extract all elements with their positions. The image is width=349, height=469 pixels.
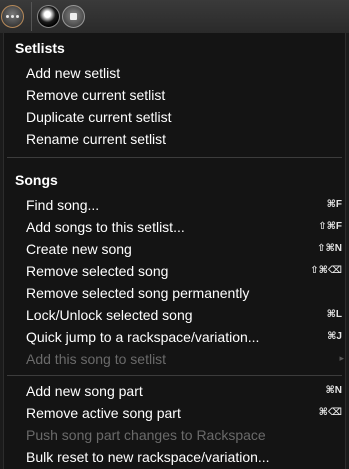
menu-item-label: Duplicate current setlist: [26, 109, 172, 125]
menu-separator: [7, 157, 342, 158]
menu-item-label: Remove selected song: [26, 263, 169, 279]
menu-item-label: Create new song: [26, 241, 132, 257]
menu-item-label: Add songs to this setlist...: [26, 219, 185, 235]
shortcut-label: ⌘L: [326, 309, 342, 320]
menu-item-label: Add new setlist: [26, 65, 121, 81]
shortcut-label: ⇧⌘F: [318, 221, 342, 232]
menu-item-remove-active-song-part[interactable]: Remove active song part ⌘⌫: [4, 402, 345, 424]
menu-item-bulk-reset[interactable]: Bulk reset to new rackspace/variation...: [4, 446, 345, 468]
menu-item-add-new-song-part[interactable]: Add new song part ⌘N: [4, 380, 345, 402]
stop-icon: [70, 13, 77, 20]
menu-item-quick-jump[interactable]: Quick jump to a rackspace/variation... ⌘…: [4, 326, 345, 348]
shortcut-label: ⌘N: [325, 385, 343, 396]
menu-item-label: Push song part changes to Rackspace: [26, 427, 266, 443]
menu-item-label: Remove selected song permanently: [26, 285, 250, 301]
menu-item-add-songs-to-setlist[interactable]: Add songs to this setlist... ⇧⌘F: [4, 216, 345, 238]
menu-item-label: Add new song part: [26, 383, 143, 399]
menu-item-push-song-part-changes: Push song part changes to Rackspace: [4, 424, 345, 446]
menu-item-remove-song-permanently[interactable]: Remove selected song permanently: [4, 282, 345, 304]
menu-item-label: Remove active song part: [26, 405, 181, 421]
toolbar-divider: [31, 2, 32, 31]
shortcut-label: ⇧⌘N: [317, 243, 342, 254]
toolbar: [0, 0, 349, 33]
shortcut-label: ⌘F: [326, 199, 342, 210]
menu-item-label: Remove current setlist: [26, 87, 166, 103]
menu-item-label: Rename current setlist: [26, 131, 167, 147]
more-menu-button[interactable]: [1, 5, 24, 28]
section-header-setlists: Setlists: [15, 40, 65, 56]
menu-item-remove-current-setlist[interactable]: Remove current setlist: [4, 84, 345, 106]
submenu-arrow-icon: ▸: [339, 353, 344, 363]
menu-item-find-song[interactable]: Find song... ⌘F: [4, 194, 345, 216]
shortcut-label: ⌘⌫: [318, 407, 342, 418]
stop-button[interactable]: [62, 5, 85, 28]
menu-item-lock-unlock-song[interactable]: Lock/Unlock selected song ⌘L: [4, 304, 345, 326]
menu-item-label: Bulk reset to new rackspace/variation...: [26, 449, 270, 465]
menu-item-label: Find song...: [26, 197, 100, 213]
menu-item-label: Quick jump to a rackspace/variation...: [26, 329, 260, 345]
record-ball-button[interactable]: [37, 5, 60, 28]
shortcut-label: ⇧⌘⌫: [310, 265, 342, 276]
menu-item-label: Lock/Unlock selected song: [26, 307, 193, 323]
menu-item-remove-selected-song[interactable]: Remove selected song ⇧⌘⌫: [4, 260, 345, 282]
menu-separator: [7, 375, 342, 376]
menu-item-label: Add this song to setlist: [26, 351, 167, 367]
menu-item-add-song-to-setlist-submenu: Add this song to setlist ▸: [4, 348, 345, 370]
more-icon: [6, 15, 9, 18]
menu-item-rename-current-setlist[interactable]: Rename current setlist: [4, 128, 345, 150]
menu-item-create-new-song[interactable]: Create new song ⇧⌘N: [4, 238, 345, 260]
menu-item-add-new-setlist[interactable]: Add new setlist: [4, 62, 345, 84]
menu-item-duplicate-current-setlist[interactable]: Duplicate current setlist: [4, 106, 345, 128]
section-header-songs: Songs: [15, 172, 58, 188]
setlist-context-menu: Setlists Add new setlist Remove current …: [3, 33, 346, 469]
shortcut-label: ⌘J: [327, 331, 342, 342]
